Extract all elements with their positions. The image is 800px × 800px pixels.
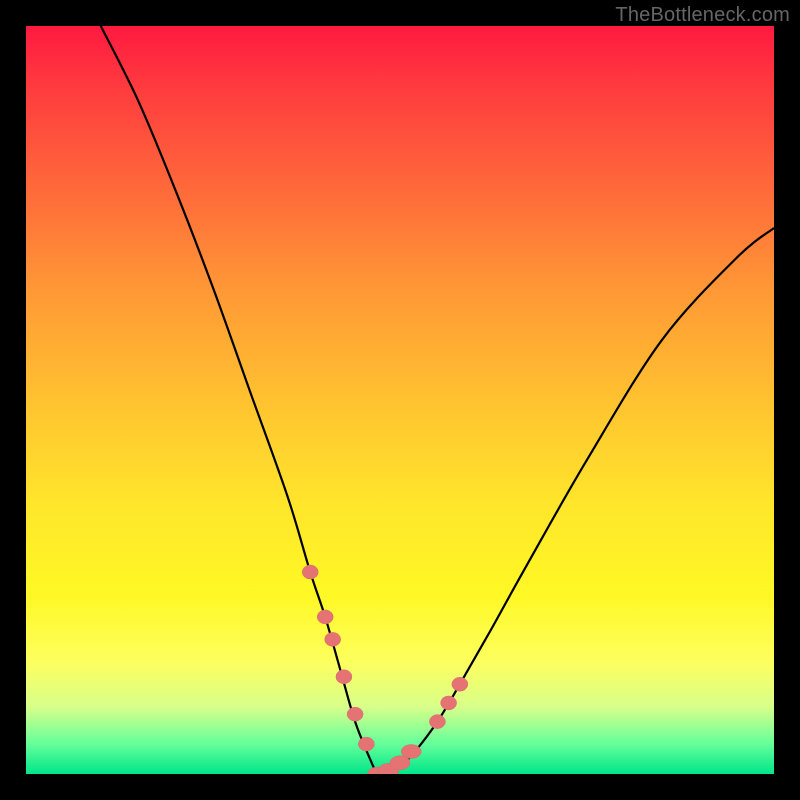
sample-marker xyxy=(336,670,352,684)
bottleneck-chart-svg xyxy=(26,26,774,774)
sample-marker xyxy=(325,632,341,646)
bottleneck-curve xyxy=(101,26,774,774)
sample-marker xyxy=(358,737,374,751)
sample-marker xyxy=(317,610,333,624)
sample-marker xyxy=(347,707,363,721)
sample-markers-group xyxy=(302,565,468,774)
sample-marker xyxy=(429,715,445,729)
sample-marker xyxy=(401,745,421,759)
watermark-text: TheBottleneck.com xyxy=(615,4,790,27)
sample-marker xyxy=(302,565,318,579)
sample-marker xyxy=(441,696,457,710)
chart-area xyxy=(26,26,774,774)
sample-marker xyxy=(452,677,468,691)
